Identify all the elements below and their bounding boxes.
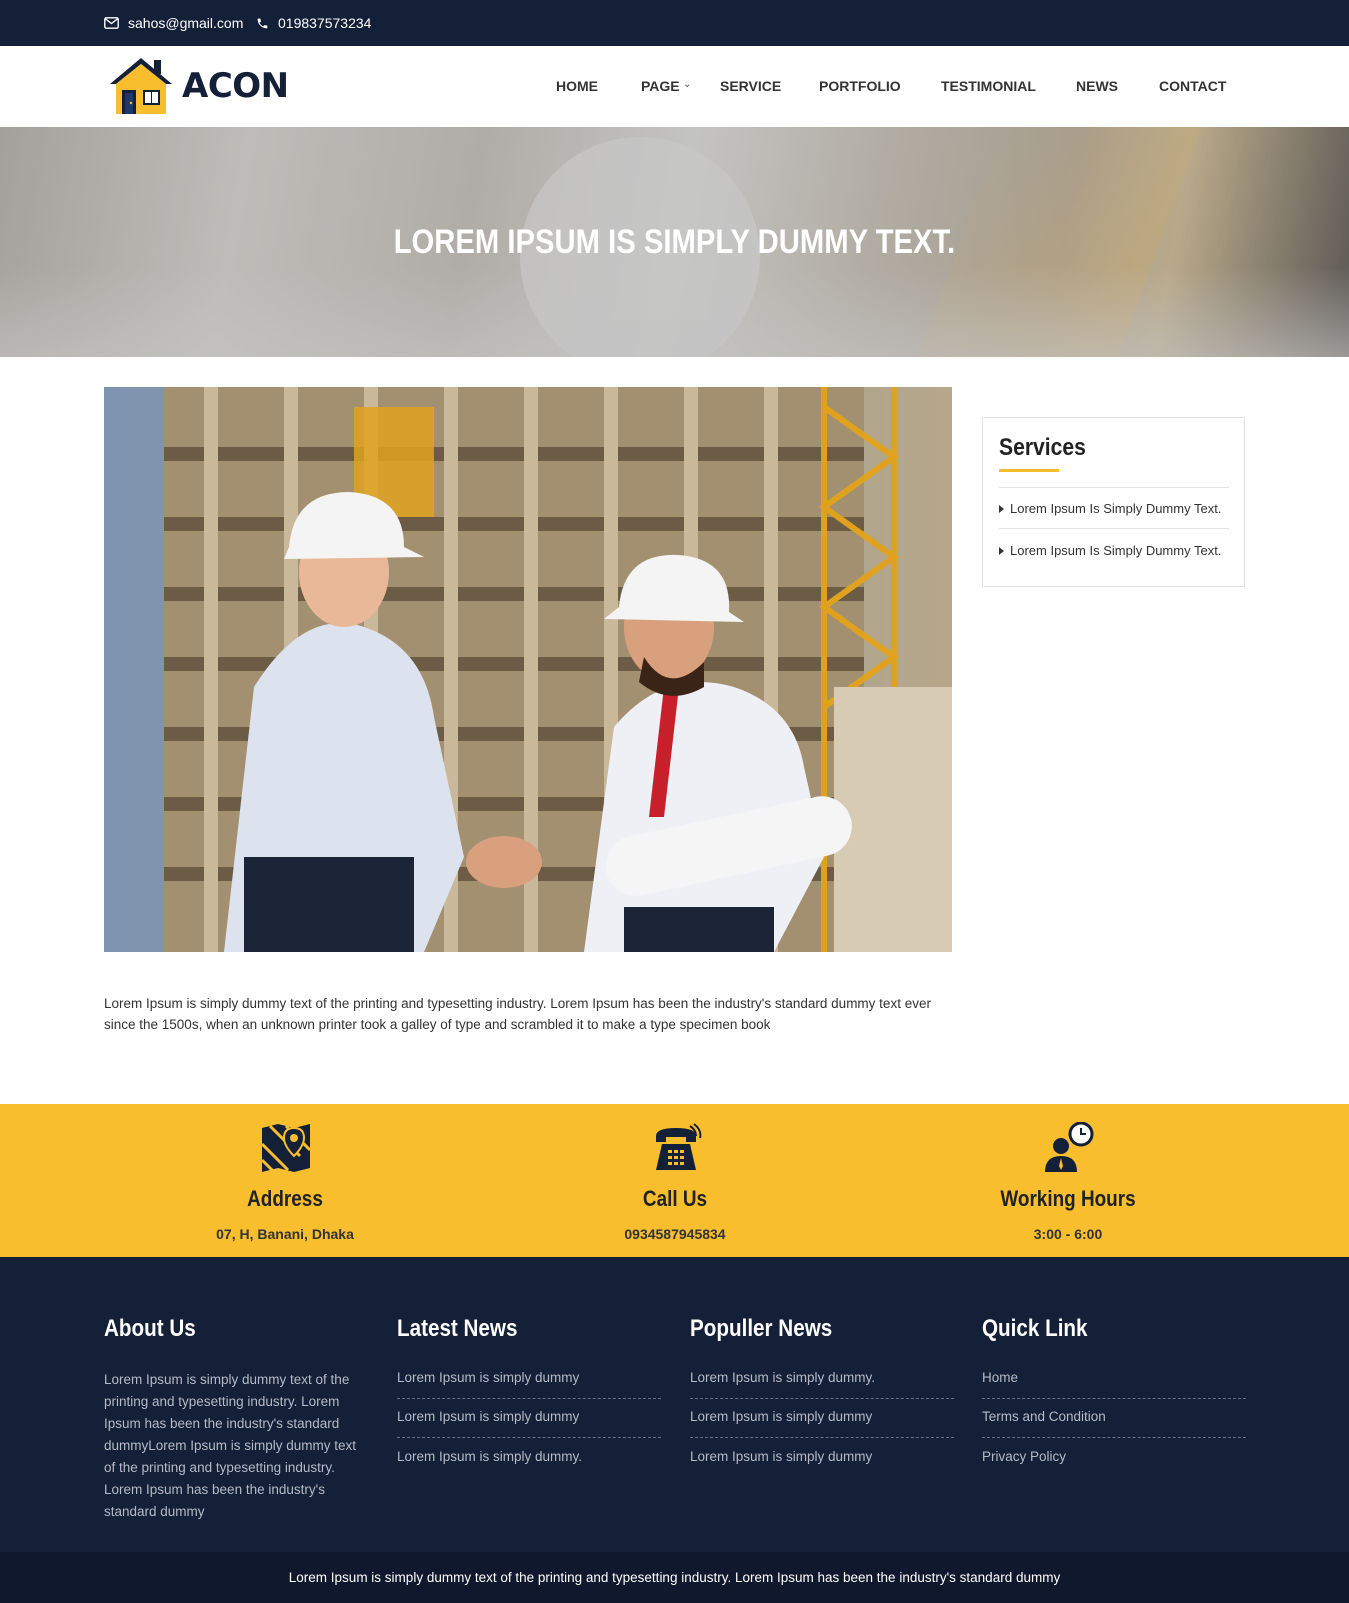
- divider: [999, 487, 1229, 488]
- footer-popular-link[interactable]: Lorem Ipsum is simply dummy: [690, 1409, 954, 1424]
- nav-contact[interactable]: CONTACT: [1159, 46, 1226, 127]
- footer-quick-title: Quick Link: [982, 1315, 1088, 1342]
- footer-popular-link[interactable]: Lorem Ipsum is simply dummy: [690, 1449, 954, 1464]
- topbar-phone[interactable]: 019837573234: [256, 0, 371, 46]
- footer-latest-link[interactable]: Lorem Ipsum is simply dummy: [397, 1370, 661, 1385]
- info-address-value: 07, H, Banani, Dhaka: [216, 1226, 354, 1242]
- footer-about-title: About Us: [104, 1315, 196, 1342]
- main-nav: HOME PAGE ⌄ SERVICE PORTFOLIO TESTIMONIA…: [0, 46, 1349, 127]
- nav-portfolio[interactable]: PORTFOLIO: [819, 46, 901, 127]
- nav-page[interactable]: PAGE: [641, 46, 680, 127]
- footer-popular-link[interactable]: Lorem Ipsum is simply dummy.: [690, 1370, 954, 1385]
- footer-latest-link[interactable]: Lorem Ipsum is simply dummy.: [397, 1449, 661, 1464]
- title-underline: [999, 469, 1059, 472]
- info-call-value: 0934587945834: [624, 1226, 726, 1242]
- phone-icon: [656, 1123, 702, 1170]
- topbar-phone-text: 019837573234: [278, 15, 372, 31]
- sidebar-service-item[interactable]: Lorem Ipsum Is Simply Dummy Text.: [999, 543, 1221, 558]
- contact-info-strip: Address 07, H, Banani, Dhaka Call Us 093…: [0, 1104, 1349, 1257]
- sidebar-service-item[interactable]: Lorem Ipsum Is Simply Dummy Text.: [999, 501, 1221, 516]
- nav-home[interactable]: HOME: [556, 46, 598, 127]
- caret-right-icon: [999, 504, 1004, 513]
- nav-service[interactable]: SERVICE: [720, 46, 781, 127]
- nav-news[interactable]: NEWS: [1076, 46, 1118, 127]
- footer-quick-link-privacy[interactable]: Privacy Policy: [982, 1449, 1246, 1464]
- phone-icon: [257, 18, 268, 28]
- footer-quick-link-terms[interactable]: Terms and Condition: [982, 1409, 1246, 1424]
- info-hours-value: 3:00 - 6:00: [1033, 1226, 1103, 1242]
- info-address-title: Address: [247, 1186, 323, 1211]
- page-banner: LOREM IPSUM IS SIMPLY DUMMY TEXT.: [0, 127, 1349, 357]
- top-bar: sahos@gmail.com 019837573234: [0, 0, 1349, 46]
- envelope-icon: [104, 17, 119, 29]
- site-footer: About Us Lorem Ipsum is simply dummy tex…: [0, 1257, 1349, 1552]
- caret-right-icon: [999, 546, 1004, 555]
- footer-latest-title: Latest News: [397, 1315, 518, 1342]
- topbar-email[interactable]: sahos@gmail.com: [104, 0, 243, 46]
- handshake-photo: [104, 387, 952, 952]
- footer-latest-link[interactable]: Lorem Ipsum is simply dummy: [397, 1409, 661, 1424]
- footer-about-text: Lorem Ipsum is simply dummy text of the …: [104, 1372, 357, 1519]
- topbar-email-text: sahos@gmail.com: [128, 15, 244, 31]
- map-icon: [260, 1124, 312, 1174]
- main-paragraph: Lorem Ipsum is simply dummy text of the …: [104, 996, 931, 1032]
- clock-person-icon: [1045, 1122, 1094, 1172]
- info-hours-title: Working Hours: [1000, 1186, 1136, 1211]
- site-header: ACON HOME PAGE ⌄ SERVICE PORTFOLIO TESTI…: [0, 46, 1349, 127]
- footer-popular-title: Populler News: [690, 1315, 833, 1342]
- footer-quick-link-home[interactable]: Home: [982, 1370, 1246, 1385]
- services-sidebar: Services Lorem Ipsum Is Simply Dummy Tex…: [982, 417, 1245, 587]
- copyright-bar: Lorem Ipsum is simply dummy text of the …: [0, 1552, 1349, 1603]
- sidebar-title: Services: [999, 434, 1086, 461]
- divider: [999, 528, 1229, 529]
- banner-title: LOREM IPSUM IS SIMPLY DUMMY TEXT.: [393, 223, 956, 261]
- chevron-down-icon[interactable]: ⌄: [683, 79, 691, 90]
- info-call-title: Call Us: [642, 1186, 708, 1211]
- nav-testimonial[interactable]: TESTIMONIAL: [941, 46, 1036, 127]
